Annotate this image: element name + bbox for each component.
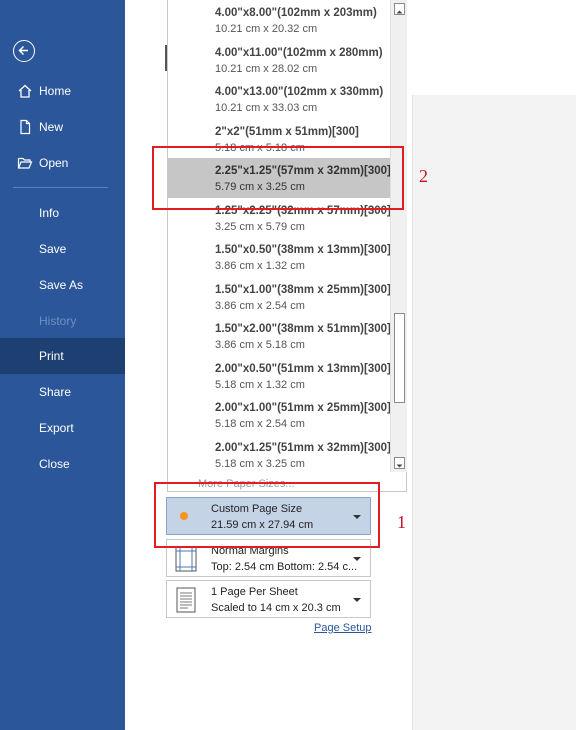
print-preview-area <box>413 95 576 730</box>
annotation-box-2 <box>152 146 404 210</box>
paper-size-name: 2.00"x1.25"(51mm x 32mm)[300] <box>215 441 391 454</box>
sidebar-item-label: Save As <box>39 278 84 292</box>
paper-size-name: 4.00"x13.00"(102mm x 330mm) <box>215 86 384 98</box>
annotation-label-2: 2 <box>419 166 428 186</box>
paper-size-name: 1.50"x2.00"(38mm x 51mm)[300] <box>215 323 391 335</box>
paper-size-name: 1.50"x0.50"(38mm x 13mm)[300] <box>215 244 391 256</box>
paper-size-dimensions: 3.86 cm x 1.32 cm <box>215 260 305 272</box>
chevron-down-icon <box>353 598 361 602</box>
pages-per-sheet-icon <box>176 587 196 613</box>
paper-size-list: 4.00"x8.00"(102mm x 203mm) 10.21 cm x 20… <box>168 0 391 475</box>
sidebar-item-label: Print <box>39 349 64 363</box>
open-folder-icon <box>17 157 33 169</box>
page-setup-link[interactable]: Page Setup <box>314 622 372 634</box>
sidebar-item-close[interactable]: Close <box>0 446 125 482</box>
paper-size-dimensions: 3.86 cm x 2.54 cm <box>215 299 305 312</box>
sidebar-item-label: History <box>39 314 77 328</box>
paper-size-dimensions: 5.18 cm x 3.25 cm <box>215 457 305 470</box>
sidebar-item-save[interactable]: Save <box>0 231 125 267</box>
paper-size-name: 2"x2"(51mm x 51mm)[300] <box>215 125 359 138</box>
annotation-label-1: 1 <box>397 512 406 532</box>
sidebar-item-new[interactable]: New <box>0 109 125 145</box>
sidebar-item-save-as[interactable]: Save As <box>0 267 125 303</box>
margins-icon <box>175 546 197 572</box>
paper-size-dimensions: 5.18 cm x 2.54 cm <box>215 418 305 430</box>
sidebar-item-history: History <box>0 303 125 339</box>
sidebar-item-label: Save <box>39 242 67 256</box>
paper-size-dropdown: 4.00"x8.00"(102mm x 203mm) 10.21 cm x 20… <box>167 0 407 492</box>
paper-size-dimensions: 3.25 cm x 5.79 cm <box>215 220 305 233</box>
sidebar-item-home[interactable]: Home <box>0 73 125 109</box>
paper-size-option[interactable]: 1.50"x2.00"(38mm x 51mm)[300] 3.86 cm x … <box>168 316 391 356</box>
annotation-box-1 <box>154 482 380 548</box>
paper-size-option[interactable]: 1.50"x1.00"(38mm x 25mm)[300] 3.86 cm x … <box>168 277 391 317</box>
list-scrollbar[interactable] <box>390 0 407 472</box>
scroll-down-button[interactable] <box>394 457 405 469</box>
paper-size-option[interactable]: 2.00"x0.50"(51mm x 13mm)[300] 5.18 cm x … <box>168 356 391 396</box>
paper-size-name: 2.00"x1.00"(51mm x 25mm)[300] <box>215 402 391 414</box>
paper-size-option[interactable]: 2.00"x1.00"(51mm x 25mm)[300] 5.18 cm x … <box>168 395 391 435</box>
paper-size-name: 4.00"x11.00"(102mm x 280mm) <box>215 46 383 59</box>
sidebar-item-export[interactable]: Export <box>0 410 125 446</box>
paper-size-option[interactable]: 4.00"x11.00"(102mm x 280mm) 10.21 cm x 2… <box>168 40 390 80</box>
sidebar-divider <box>13 187 108 188</box>
sidebar-item-label: New <box>39 120 64 134</box>
sidebar-item-print[interactable]: Print <box>0 338 125 374</box>
scroll-up-button[interactable] <box>394 3 405 15</box>
paper-size-option[interactable]: 1.50"x0.50"(38mm x 13mm)[300] 3.86 cm x … <box>168 237 391 277</box>
chevron-down-icon <box>396 464 403 468</box>
pages-per-sheet-title: 1 Page Per Sheet <box>211 586 298 598</box>
pages-per-sheet-detail: Scaled to 14 cm x 20.3 cm <box>211 602 341 614</box>
paper-size-name: 2.00"x0.50"(51mm x 13mm)[300] <box>215 362 391 375</box>
paper-size-dimensions: 5.18 cm x 1.32 cm <box>215 378 305 391</box>
paper-size-option[interactable]: 4.00"x8.00"(102mm x 203mm) 10.21 cm x 20… <box>168 0 390 40</box>
chevron-up-icon <box>396 10 403 14</box>
pages-per-sheet-dropdown[interactable]: 1 Page Per Sheet Scaled to 14 cm x 20.3 … <box>166 580 371 618</box>
paper-size-dimensions: 10.21 cm x 28.02 cm <box>215 62 318 75</box>
sidebar-item-label: Close <box>39 457 70 471</box>
sidebar-item-open[interactable]: Open <box>0 145 125 181</box>
backstage-sidebar: Home New Open Info Save Save As History … <box>0 0 125 730</box>
sidebar-item-label: Share <box>39 385 72 399</box>
paper-size-dimensions: 3.86 cm x 5.18 cm <box>215 339 305 351</box>
paper-size-dimensions: 10.21 cm x 33.03 cm <box>215 102 318 114</box>
sidebar-item-info[interactable]: Info <box>0 195 125 231</box>
scrollbar-thumb[interactable] <box>394 313 405 403</box>
sidebar-item-label: Info <box>39 206 60 220</box>
home-icon <box>18 84 32 98</box>
paper-size-name: 1.50"x1.00"(38mm x 25mm)[300] <box>215 283 391 296</box>
back-arrow-icon[interactable] <box>13 40 35 62</box>
preview-divider <box>412 95 413 730</box>
paper-size-dimensions: 10.21 cm x 20.32 cm <box>215 23 318 35</box>
paper-size-option[interactable]: 4.00"x13.00"(102mm x 330mm) 10.21 cm x 3… <box>168 79 390 119</box>
sidebar-item-label: Export <box>39 421 74 435</box>
sidebar-item-label: Open <box>39 156 69 170</box>
new-document-icon <box>20 119 31 135</box>
paper-size-option[interactable]: 2.00"x1.25"(51mm x 32mm)[300] 5.18 cm x … <box>168 435 391 475</box>
chevron-down-icon <box>353 557 361 561</box>
paper-size-name: 4.00"x8.00"(102mm x 203mm) <box>215 7 377 19</box>
margins-detail: Top: 2.54 cm Bottom: 2.54 c... <box>211 561 358 573</box>
sidebar-item-label: Home <box>39 84 72 98</box>
sidebar-item-share[interactable]: Share <box>0 374 125 410</box>
